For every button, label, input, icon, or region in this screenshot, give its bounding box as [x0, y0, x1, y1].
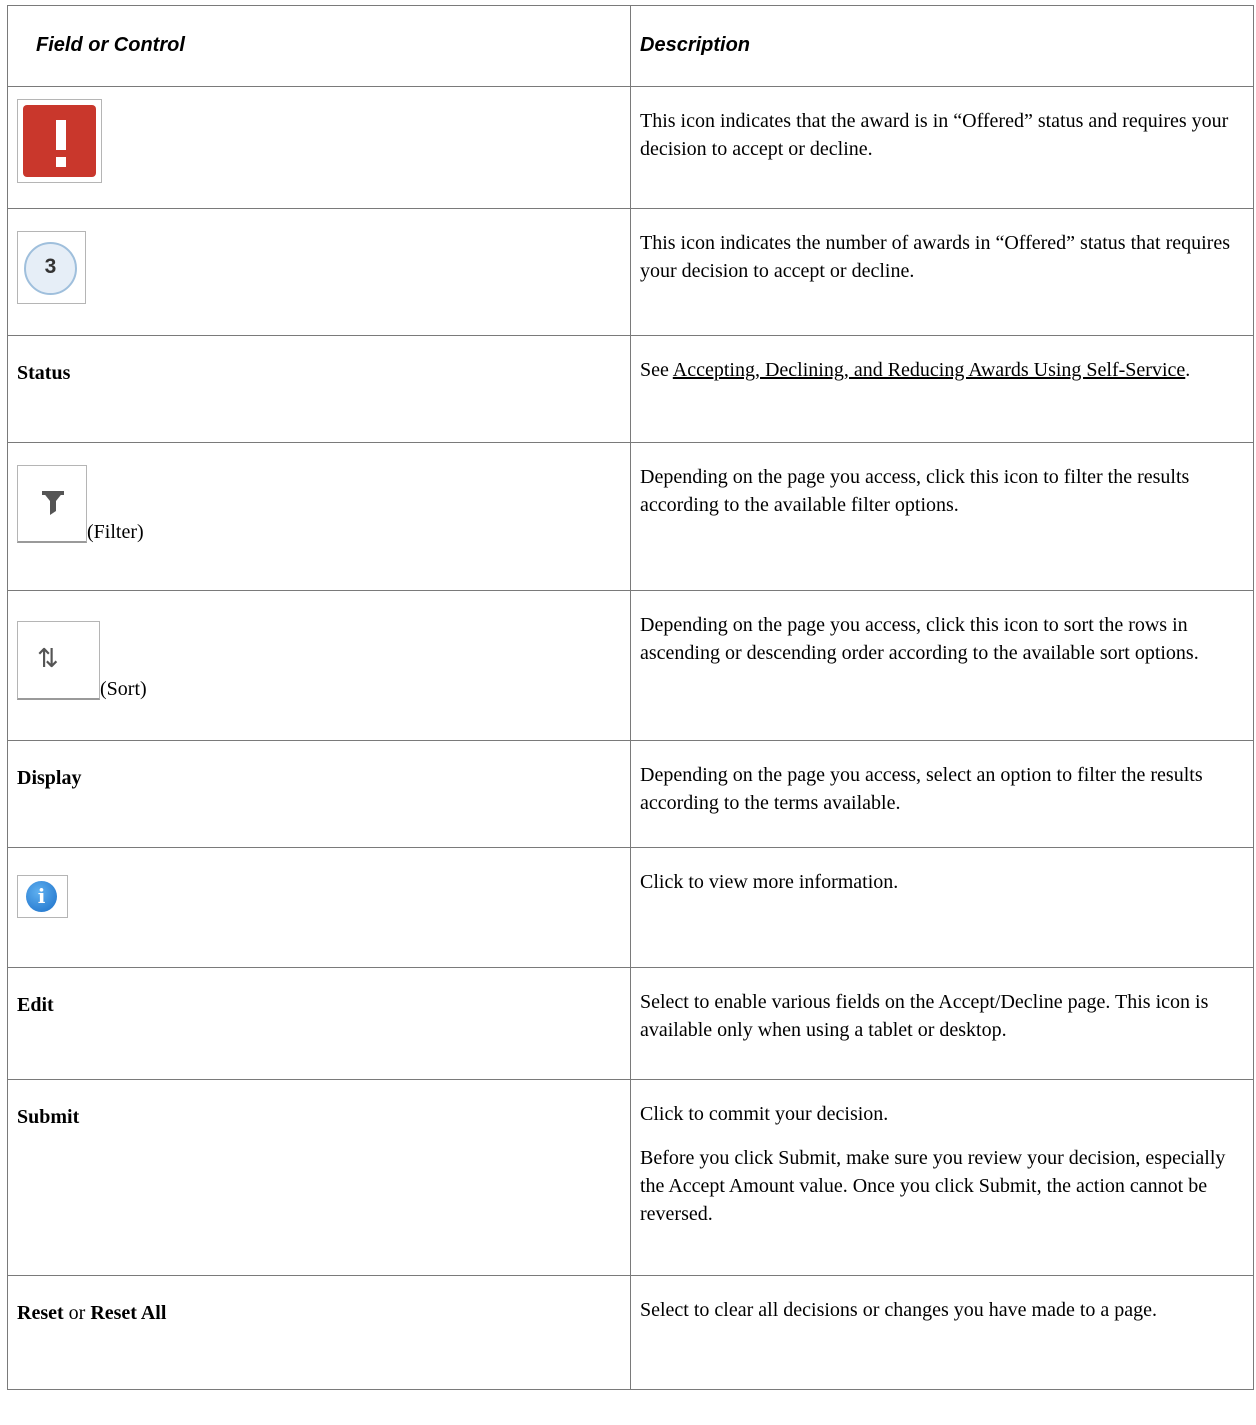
- table-row: Status See Accepting, Declining, and Red…: [7, 335, 1254, 443]
- counter-badge-value: 3: [24, 242, 77, 295]
- sort-icon: ⇅: [17, 621, 100, 700]
- field-label-connector: or: [63, 1302, 91, 1324]
- table-row: Submit Click to commit your decision. Be…: [7, 1079, 1254, 1276]
- table-header-row: Field or Control Description: [7, 5, 1254, 87]
- info-icon: i: [17, 875, 68, 918]
- description-text: Click to view more information.: [640, 871, 899, 893]
- description-suffix: .: [1185, 359, 1191, 381]
- accepting-declining-awards-link[interactable]: Accepting, Declining, and Reducing Award…: [673, 359, 1185, 381]
- description-text: Depending on the page you access, select…: [640, 764, 1203, 814]
- field-label-reset-all: Reset All: [90, 1302, 167, 1324]
- table-row: This icon indicates that the award is in…: [7, 86, 1254, 209]
- field-cell: [7, 86, 631, 209]
- description-text: Select to clear all decisions or changes…: [640, 1299, 1158, 1321]
- table-row: Edit Select to enable various fields on …: [7, 967, 1254, 1080]
- description-text: Select to enable various fields on the A…: [640, 991, 1209, 1041]
- field-label-edit: Edit: [17, 994, 54, 1016]
- field-label-submit: Submit: [17, 1106, 80, 1128]
- field-cell: Display: [7, 740, 631, 848]
- exclamation-icon: [17, 99, 102, 183]
- filter-icon: [17, 465, 87, 543]
- description-cell: Depending on the page you access, select…: [630, 740, 1254, 848]
- table-row: ⇅ (Sort) Depending on the page you acces…: [7, 590, 1254, 741]
- field-cell: Status: [7, 335, 631, 443]
- header-description-label: Description: [640, 34, 751, 56]
- description-text-secondary: Before you click Submit, make sure you r…: [640, 1147, 1226, 1225]
- header-field-label: Field or Control: [36, 34, 185, 56]
- description-text: Depending on the page you access, click …: [640, 614, 1199, 664]
- filter-suffix-label: (Filter): [87, 521, 144, 543]
- table-row: Display Depending on the page you access…: [7, 740, 1254, 848]
- counter-badge-icon: 3: [17, 231, 86, 304]
- description-cell: This icon indicates the number of awards…: [630, 208, 1254, 336]
- field-cell: (Filter): [7, 442, 631, 591]
- description-cell: Click to view more information.: [630, 847, 1254, 968]
- field-description-table: Field or Control Description This icon i…: [7, 5, 1254, 1390]
- description-text: Click to commit your decision.: [640, 1103, 889, 1125]
- description-cell: Select to clear all decisions or changes…: [630, 1275, 1254, 1390]
- field-cell: Edit: [7, 967, 631, 1080]
- field-label-display: Display: [17, 767, 82, 789]
- description-cell: This icon indicates that the award is in…: [630, 86, 1254, 209]
- table-row: Reset or Reset All Select to clear all d…: [7, 1275, 1254, 1390]
- header-field-cell: Field or Control: [7, 5, 631, 87]
- field-cell: ⇅ (Sort): [7, 590, 631, 741]
- description-prefix: See: [640, 359, 673, 381]
- description-cell: Click to commit your decision. Before yo…: [630, 1079, 1254, 1276]
- description-text: Depending on the page you access, click …: [640, 466, 1190, 516]
- description-text: This icon indicates that the award is in…: [640, 110, 1229, 160]
- description-cell: Depending on the page you access, click …: [630, 442, 1254, 591]
- description-text: This icon indicates the number of awards…: [640, 232, 1230, 282]
- description-cell: See Accepting, Declining, and Reducing A…: [630, 335, 1254, 443]
- field-cell: i: [7, 847, 631, 968]
- field-cell: 3: [7, 208, 631, 336]
- table-row: i Click to view more information.: [7, 847, 1254, 968]
- description-cell: Depending on the page you access, click …: [630, 590, 1254, 741]
- field-cell: Submit: [7, 1079, 631, 1276]
- field-label-reset: Reset: [17, 1302, 64, 1324]
- sort-suffix-label: (Sort): [100, 678, 147, 700]
- header-description-cell: Description: [630, 5, 1254, 87]
- description-cell: Select to enable various fields on the A…: [630, 967, 1254, 1080]
- field-label-status: Status: [17, 362, 71, 384]
- table-row: 3 This icon indicates the number of awar…: [7, 208, 1254, 336]
- field-cell: Reset or Reset All: [7, 1275, 631, 1390]
- table-row: (Filter) Depending on the page you acces…: [7, 442, 1254, 591]
